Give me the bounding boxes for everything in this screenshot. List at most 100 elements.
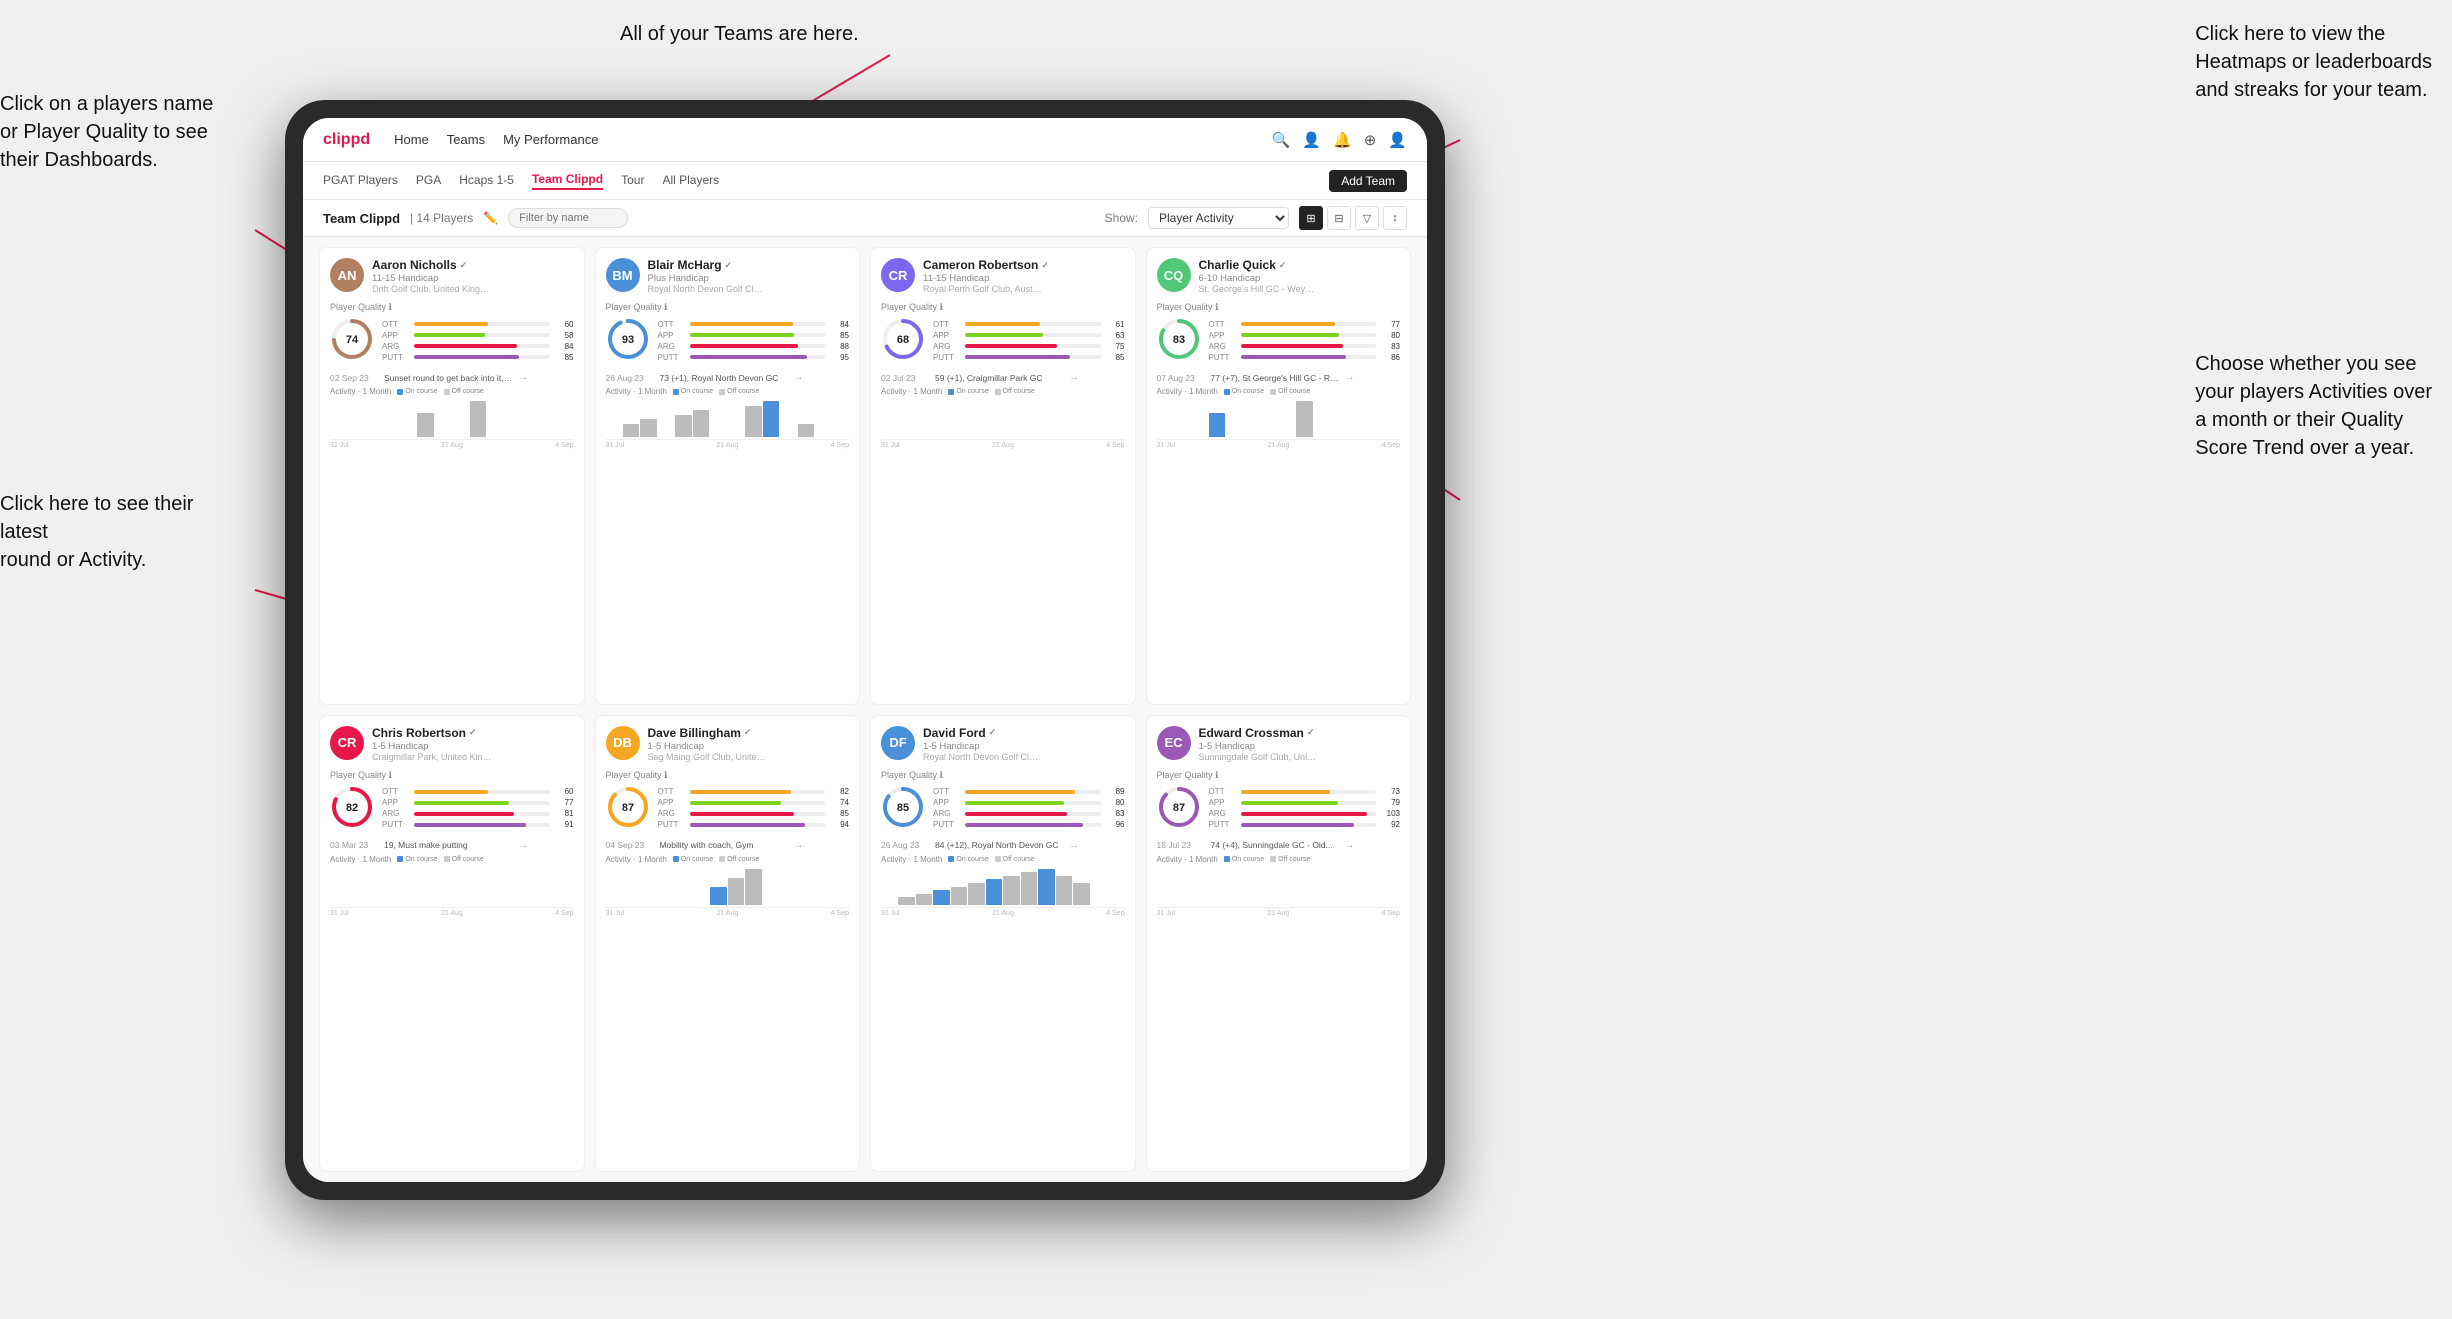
player-name[interactable]: Charlie Quick ✓ [1199,258,1401,272]
nav-home[interactable]: Home [394,132,429,147]
tab-pga[interactable]: PGA [416,173,441,189]
player-handicap: 1-5 Handicap [923,741,1125,752]
user-avatar-icon[interactable]: 👤 [1388,131,1407,149]
player-card[interactable]: AN Aaron Nicholls ✓ 11-15 Handicap Drift… [319,247,585,705]
last-round-arrow[interactable]: → [1069,372,1079,383]
player-card[interactable]: DF David Ford ✓ 1-5 Handicap Royal North… [870,715,1136,1173]
quality-circle[interactable]: 74 [330,317,374,366]
on-course-label: On course [1232,856,1264,863]
on-course-label: On course [681,388,713,395]
view-icons: ⊞ ⊟ ▽ ↕ [1299,206,1407,230]
profile-icon[interactable]: 👤 [1302,131,1321,149]
filter-icon[interactable]: ▽ [1355,206,1379,230]
player-name[interactable]: Dave Billingham ✓ [648,726,850,740]
off-course-label: Off course [1003,388,1035,395]
last-round-arrow[interactable]: → [1345,840,1355,851]
player-avatar: BM [606,258,640,292]
last-round-arrow[interactable]: → [1069,840,1079,851]
settings-icon[interactable]: ⊕ [1364,131,1377,149]
off-course-dot [995,389,1001,395]
quality-circle[interactable]: 68 [881,317,925,366]
chart-label: 21 Aug [441,910,463,917]
quality-circle[interactable]: 83 [1157,317,1201,366]
off-course-label: Off course [727,388,759,395]
last-round-text: 59 (+1), Craigmillar Park GC [935,373,1065,383]
quality-circle[interactable]: 85 [881,785,925,834]
quality-label: Player Quality ℹ [330,302,574,313]
player-card[interactable]: DB Dave Billingham ✓ 1-5 Handicap Sag Ma… [595,715,861,1173]
last-round-text: 84 (+12), Royal North Devon GC [935,840,1065,850]
player-name[interactable]: Edward Crossman ✓ [1199,726,1401,740]
show-select[interactable]: Player Activity Quality Score Trend [1148,207,1289,229]
last-round-arrow[interactable]: → [518,840,528,851]
quality-circle[interactable]: 93 [606,317,650,366]
ann1-text: Click on a players name or Player Qualit… [0,93,213,171]
quality-circle[interactable]: 87 [606,785,650,834]
quality-row: 74 OTT 60 APP 58 ARG 84 PUTT 85 [330,317,574,366]
last-round: 26 Aug 23 73 (+1), Royal North Devon GC … [606,372,850,383]
toolbar-player-count: | 14 Players [410,211,473,225]
player-card[interactable]: CR Chris Robertson ✓ 1-5 Handicap Craigm… [319,715,585,1173]
nav-my-performance[interactable]: My Performance [503,132,598,147]
player-card[interactable]: CR Cameron Robertson ✓ 11-15 Handicap Ro… [870,247,1136,705]
player-avatar: CR [330,726,364,760]
add-team-button[interactable]: Add Team [1329,170,1407,192]
sort-icon[interactable]: ↕ [1383,206,1407,230]
grid-large-icon[interactable]: ⊞ [1299,206,1323,230]
player-card[interactable]: CQ Charlie Quick ✓ 6-10 Handicap St. Geo… [1146,247,1412,705]
notifications-icon[interactable]: 🔔 [1333,131,1352,149]
last-round-text: 74 (+4), Sunningdale GC - Old... [1211,840,1341,850]
search-input[interactable] [508,208,628,228]
chart-label: 31 Jul [1157,442,1176,449]
edit-icon[interactable]: ✏️ [483,211,498,225]
player-name[interactable]: Cameron Robertson ✓ [923,258,1125,272]
player-avatar: CQ [1157,258,1191,292]
chart-label: 31 Jul [330,442,349,449]
player-card[interactable]: EC Edward Crossman ✓ 1-5 Handicap Sunnin… [1146,715,1412,1173]
player-header: CQ Charlie Quick ✓ 6-10 Handicap St. Geo… [1157,258,1401,294]
verified-icon: ✓ [989,727,997,738]
on-course-dot [1224,389,1230,395]
tab-pgat-players[interactable]: PGAT Players [323,173,398,189]
last-round-text: Mobility with coach, Gym [660,840,790,850]
player-name[interactable]: Blair McHarg ✓ [648,258,850,272]
quality-circle[interactable]: 82 [330,785,374,834]
activity-chart [606,868,850,908]
quality-circle[interactable]: 87 [1157,785,1201,834]
chart-label: 21 Aug [992,442,1014,449]
player-name[interactable]: David Ford ✓ [923,726,1125,740]
ann2-text: Click here to see their latest round or … [0,493,193,571]
last-round-arrow[interactable]: → [1345,372,1355,383]
quality-stats: OTT 73 APP 79 ARG 103 PUTT 92 [1209,787,1401,831]
player-club: St. George's Hill GC - Weybridge - Surre… [1199,284,1319,294]
player-avatar: DB [606,726,640,760]
brand-logo: clippd [323,131,370,149]
activity-chart [881,868,1125,908]
last-round-arrow[interactable]: → [794,372,804,383]
tab-all-players[interactable]: All Players [662,173,719,189]
player-header: EC Edward Crossman ✓ 1-5 Handicap Sunnin… [1157,726,1401,762]
player-name[interactable]: Aaron Nicholls ✓ [372,258,574,272]
svg-text:83: 83 [1172,334,1184,346]
player-card[interactable]: BM Blair McHarg ✓ Plus Handicap Royal No… [595,247,861,705]
navbar-links: Home Teams My Performance [394,132,1248,147]
search-icon[interactable]: 🔍 [1272,131,1291,149]
chart-label: 21 Aug [717,910,739,917]
chart-label: 31 Jul [330,910,349,917]
last-round-arrow[interactable]: → [794,840,804,851]
player-name[interactable]: Chris Robertson ✓ [372,726,574,740]
last-round: 18 Jul 23 74 (+4), Sunningdale GC - Old.… [1157,840,1401,851]
last-round-date: 03 Mar 23 [330,840,380,850]
chart-label: 31 Jul [881,442,900,449]
chart-label: 4 Sep [555,910,573,917]
last-round-arrow[interactable]: → [518,372,528,383]
chart-labels: 31 Jul21 Aug4 Sep [881,910,1125,917]
off-course-dot [1270,389,1276,395]
grid-small-icon[interactable]: ⊟ [1327,206,1351,230]
tab-team-clippd[interactable]: Team Clippd [532,172,603,190]
tab-tour[interactable]: Tour [621,173,644,189]
off-course-label: Off course [452,856,484,863]
ipad-screen: clippd Home Teams My Performance 🔍 👤 🔔 ⊕… [303,118,1427,1182]
tab-hcaps[interactable]: Hcaps 1-5 [459,173,514,189]
nav-teams[interactable]: Teams [447,132,485,147]
